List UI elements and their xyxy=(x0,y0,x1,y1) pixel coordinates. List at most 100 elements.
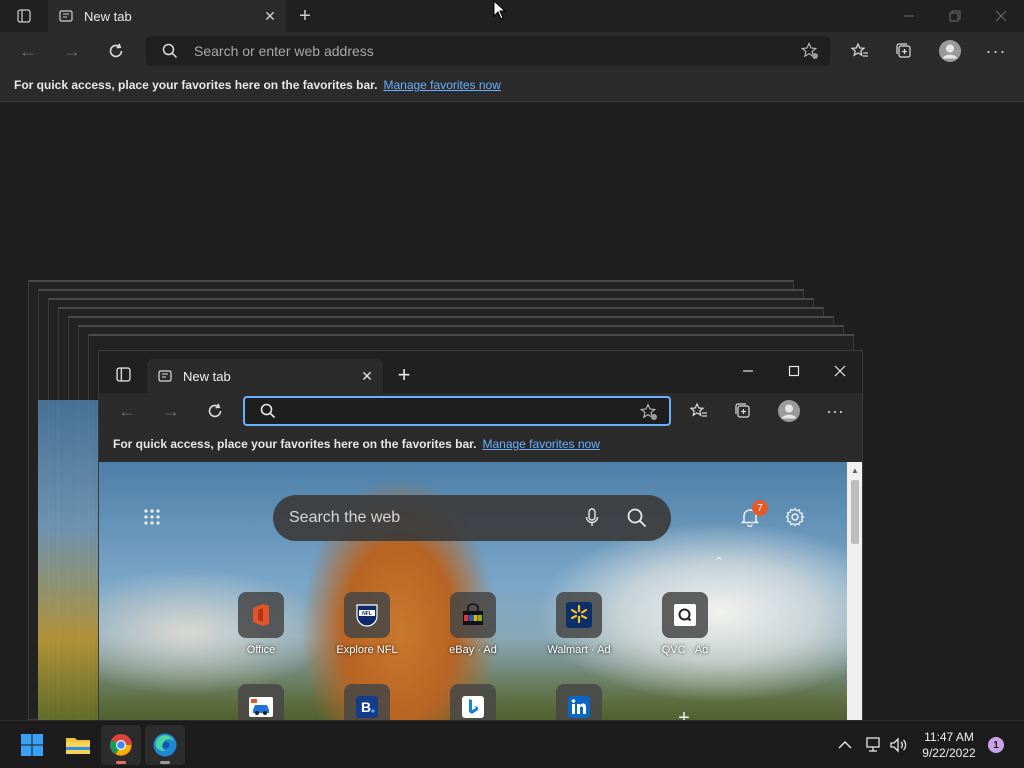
walmart-spark-icon xyxy=(566,602,592,628)
inner-forward-icon[interactable]: → xyxy=(159,400,183,422)
inner-browser-window[interactable]: New tab ✕ + ← → ··· For quick access, pl… xyxy=(98,350,863,730)
clock[interactable]: 11:47 AM 9/22/2022 xyxy=(918,729,980,761)
car-icon xyxy=(249,697,273,717)
bing-icon xyxy=(462,696,484,718)
quick-link-label: Explore NFL xyxy=(336,644,398,656)
chrome-icon[interactable] xyxy=(101,725,141,765)
search-icon xyxy=(146,43,194,59)
outer-tab[interactable]: New tab ✕ xyxy=(48,0,286,32)
network-icon[interactable] xyxy=(862,735,884,755)
collections-icon[interactable] xyxy=(892,40,916,62)
inner-minimize-icon[interactable] xyxy=(735,361,761,381)
start-windows-icon[interactable] xyxy=(12,729,52,761)
inner-tab-title: New tab xyxy=(183,368,231,384)
inner-tab[interactable]: New tab ✕ xyxy=(147,359,383,393)
microphone-icon[interactable] xyxy=(581,507,603,529)
inner-favorites-bar: For quick access, place your favorites h… xyxy=(99,429,862,462)
quick-link-label: Office xyxy=(246,644,276,656)
running-indicator xyxy=(160,761,170,764)
new-tab-page: Search the web 7 ⌃ Office NFL Explore NF… xyxy=(99,462,847,729)
inner-add-favorite-icon[interactable] xyxy=(639,403,659,421)
tab-actions-icon[interactable] xyxy=(12,6,36,26)
inner-refresh-icon[interactable] xyxy=(203,400,227,422)
web-search-icon[interactable] xyxy=(625,507,649,529)
back-icon[interactable]: ← xyxy=(16,40,40,62)
apps-launcher-icon[interactable] xyxy=(139,506,165,528)
inner-favorites-icon[interactable] xyxy=(687,400,711,422)
notification-center-badge[interactable]: 1 xyxy=(988,737,1004,753)
quick-link-label: QVC · Ad xyxy=(661,644,709,656)
linkedin-icon xyxy=(568,696,590,718)
settings-gear-icon[interactable] xyxy=(782,504,808,530)
clock-time: 11:47 AM xyxy=(924,730,974,744)
inner-close-tab-icon[interactable]: ✕ xyxy=(359,368,375,384)
inner-more-options-icon[interactable]: ··· xyxy=(823,400,847,422)
qvc-icon xyxy=(674,604,696,626)
edge-icon[interactable] xyxy=(145,725,185,765)
inner-collections-icon[interactable] xyxy=(731,400,755,422)
show-hidden-icons-chevron-icon[interactable] xyxy=(834,735,856,755)
add-favorite-icon[interactable] xyxy=(800,42,820,60)
more-options-icon[interactable]: ··· xyxy=(984,40,1008,62)
close-window-icon[interactable] xyxy=(988,6,1014,26)
page-scrollbar[interactable]: ▲ xyxy=(847,462,862,729)
inner-new-tab-button[interactable]: + xyxy=(391,362,417,387)
inner-tab-actions-icon[interactable] xyxy=(111,363,135,385)
forward-icon[interactable]: → xyxy=(60,40,84,62)
nfl-shield-icon: NFL xyxy=(356,604,378,627)
restore-icon[interactable] xyxy=(942,6,968,26)
close-tab-icon[interactable]: ✕ xyxy=(262,8,278,24)
scroll-up-arrow-icon[interactable]: ▲ xyxy=(847,464,862,476)
scrollbar-thumb[interactable] xyxy=(851,480,859,544)
inner-close-window-icon[interactable] xyxy=(827,361,853,381)
address-bar[interactable]: Search or enter web address xyxy=(146,36,830,66)
manage-favorites-link[interactable]: Manage favorites now xyxy=(383,78,500,92)
profile-avatar-icon[interactable] xyxy=(936,38,964,64)
inner-favorites-hint: For quick access, place your favorites h… xyxy=(113,437,477,451)
outer-toolbar: ← → Search or enter web address ··· xyxy=(0,32,1024,70)
collapse-chevron-up-icon[interactable]: ⌃ xyxy=(709,554,729,570)
quick-link-walmart[interactable] xyxy=(556,592,602,638)
quick-link-office[interactable] xyxy=(238,592,284,638)
inner-toolbar: ← → ··· xyxy=(99,393,862,429)
favorites-hint: For quick access, place your favorites h… xyxy=(14,78,378,92)
svg-text:NFL: NFL xyxy=(362,611,372,617)
outer-tab-title: New tab xyxy=(84,8,132,24)
quick-link-ebay[interactable] xyxy=(450,592,496,638)
inner-profile-avatar-icon[interactable] xyxy=(775,398,803,424)
address-placeholder: Search or enter web address xyxy=(194,43,374,59)
inner-maximize-icon[interactable] xyxy=(781,361,807,381)
inner-tab-strip: New tab ✕ + xyxy=(99,351,862,393)
inner-address-bar[interactable] xyxy=(243,396,671,426)
office-icon xyxy=(253,604,269,626)
running-indicator xyxy=(116,761,126,764)
quick-link-qvc[interactable] xyxy=(662,592,708,638)
quick-link-explore-nfl[interactable]: NFL xyxy=(344,592,390,638)
outer-favorites-bar: For quick access, place your favorites h… xyxy=(0,70,1024,102)
notifications-bell-icon[interactable]: 7 xyxy=(737,500,768,530)
inner-search-icon xyxy=(245,403,291,419)
svg-text:B: B xyxy=(361,699,371,715)
taskbar: 11:47 AM 9/22/2022 1 xyxy=(0,720,1024,768)
inner-new-tab-page-icon xyxy=(147,369,183,383)
web-search-box[interactable]: Search the web xyxy=(273,495,671,541)
minimize-icon[interactable] xyxy=(896,6,922,26)
quick-link-label: eBay · Ad xyxy=(449,644,497,656)
window-trail-wallpaper xyxy=(38,400,98,720)
clock-date: 9/22/2022 xyxy=(922,746,976,760)
favorites-icon[interactable] xyxy=(848,40,872,62)
ebay-bag-icon xyxy=(463,603,483,625)
file-explorer-icon[interactable] xyxy=(58,729,98,761)
outer-tab-strip: New tab ✕ + xyxy=(0,0,1024,32)
refresh-icon[interactable] xyxy=(104,40,128,62)
web-search-placeholder: Search the web xyxy=(289,509,401,526)
new-tab-button[interactable]: + xyxy=(292,4,318,28)
volume-icon[interactable] xyxy=(888,735,910,755)
notification-count-badge: 7 xyxy=(752,500,768,516)
new-tab-page-icon xyxy=(48,9,84,23)
mouse-cursor-icon xyxy=(493,0,507,20)
inner-manage-favorites-link[interactable]: Manage favorites now xyxy=(482,437,599,451)
quick-link-label: Walmart · Ad xyxy=(547,644,611,656)
booking-icon: B xyxy=(356,696,378,718)
inner-back-icon[interactable]: ← xyxy=(115,400,139,422)
